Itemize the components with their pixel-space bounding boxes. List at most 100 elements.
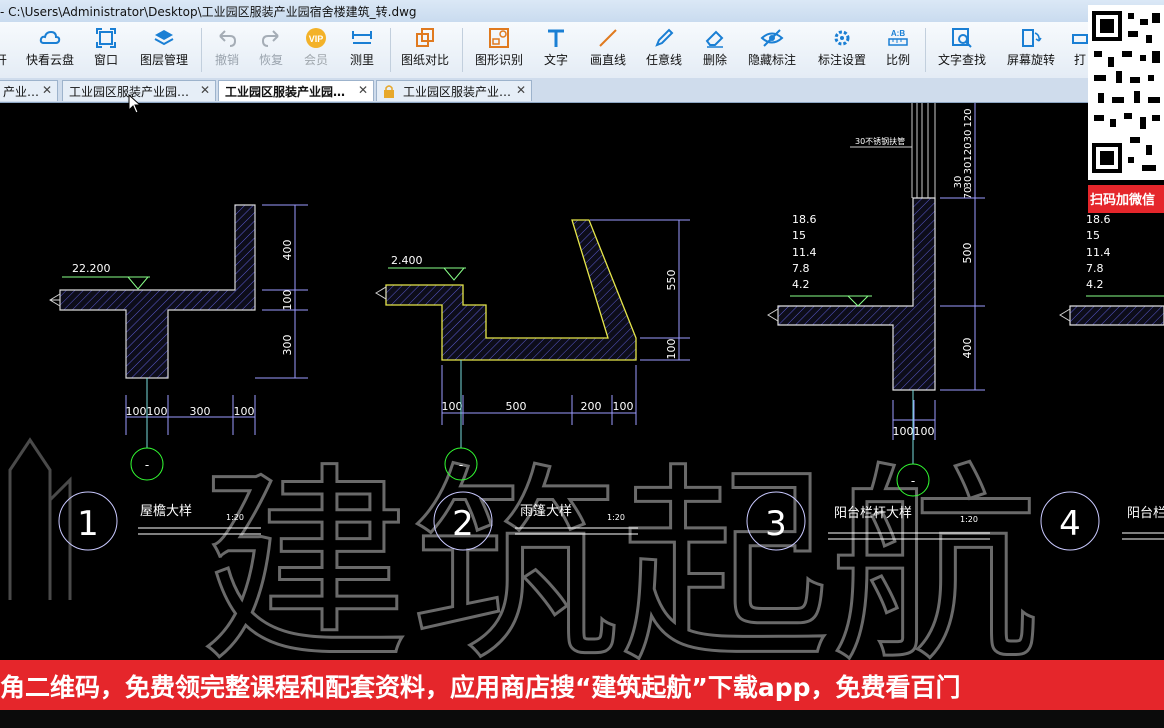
redo-button[interactable]: 恢复 (250, 22, 292, 78)
qr-code (1088, 5, 1164, 180)
close-icon[interactable]: ✕ (200, 83, 210, 97)
measure-button[interactable]: 测里 (340, 22, 384, 78)
eraser-icon (705, 30, 724, 48)
toolbar: 开 快看云盘 窗口 图层管理 撤销 恢复 VIP 会员 测里 图纸对比 图形识别… (0, 22, 1164, 79)
separator (201, 28, 202, 72)
settings-icon (834, 30, 850, 46)
window-title: - C:\Users\Administrator\Desktop\工业园区服装产… (0, 5, 417, 19)
axis-label: - (911, 474, 915, 488)
scale-button[interactable]: A:B 比例 (878, 22, 918, 78)
elevation-label: 4.2 (792, 278, 810, 291)
lock-icon (384, 85, 394, 98)
freeline-icon (655, 28, 674, 47)
detail-number: 1 (77, 504, 99, 544)
window-icon (96, 28, 116, 48)
print-icon (1072, 34, 1088, 44)
dim-text: 100 (914, 425, 935, 438)
axis-label: - (459, 458, 463, 472)
detail-title: 雨篷大样 (520, 504, 572, 519)
document-tab-active[interactable]: 工业园区服装产业园… ✕ (218, 80, 374, 101)
document-tab[interactable]: 产业… ✕ (0, 80, 58, 101)
dim-text: 500 (506, 400, 527, 413)
compare-button[interactable]: 图纸对比 (396, 22, 454, 78)
separator (390, 28, 391, 72)
elevation-label: 18.6 (792, 213, 817, 226)
line-tool-button[interactable]: 画直线 (584, 22, 632, 78)
annotation-settings-button[interactable]: 标注设置 (812, 22, 872, 78)
compare-icon (416, 28, 434, 47)
hide-icon (760, 29, 784, 47)
dim-text: 300 (281, 335, 294, 356)
hide-annotation-button[interactable]: 隐藏标注 (742, 22, 802, 78)
undo-button[interactable]: 撤销 (206, 22, 248, 78)
delete-button[interactable]: 删除 (694, 22, 736, 78)
find-text-icon (952, 28, 972, 48)
recognize-button[interactable]: 图形识别 (468, 22, 530, 78)
qr-code-image (1092, 11, 1160, 173)
dim-text: 500 (961, 243, 974, 264)
separator (462, 28, 463, 72)
elevation-label: 11.4 (792, 246, 817, 259)
text-tool-button[interactable]: 文字 (536, 22, 576, 78)
text-icon (548, 29, 564, 47)
open-button[interactable]: 开 (0, 22, 10, 78)
elevation-label: 4.2 (1086, 278, 1104, 291)
svg-text:VIP: VIP (309, 34, 324, 44)
layer-manager-button[interactable]: 图层管理 (134, 22, 194, 78)
axis-label: - (145, 458, 149, 472)
dim-text: 30 (963, 162, 974, 175)
elevation-label: 22.200 (72, 262, 111, 275)
dim-text: 100 (126, 405, 147, 418)
elevation-label: 15 (1086, 229, 1100, 242)
document-tab-bar: 产业… ✕ 工业园区服装产业园… ✕ 工业园区服装产业园… ✕ 工业园区服装产业… ✕ (0, 78, 1164, 103)
dim-text: 30 (953, 176, 964, 189)
elevation-label: 11.4 (1086, 246, 1111, 259)
detail-4-balcony-railing: 18.6 15 11.4 7.8 4.2 4 阳台栏 (1040, 213, 1164, 551)
print-button[interactable]: 打 (1070, 22, 1090, 78)
elevation-label: 18.6 (1086, 213, 1111, 226)
freeline-tool-button[interactable]: 任意线 (640, 22, 688, 78)
bottom-strip (0, 710, 1164, 728)
rotate-icon (1022, 29, 1042, 47)
close-icon[interactable]: ✕ (358, 83, 368, 97)
elevation-label: 7.8 (1086, 262, 1104, 275)
cloud-icon (39, 30, 61, 44)
close-icon[interactable]: ✕ (42, 83, 52, 97)
detail-title: 屋檐大样 (140, 504, 192, 519)
vip-icon: VIP (306, 28, 326, 48)
cloud-drive-button[interactable]: 快看云盘 (22, 22, 78, 78)
dim-text: 100 (281, 290, 294, 311)
vip-button[interactable]: VIP 会员 (294, 22, 338, 78)
separator (925, 28, 926, 72)
detail-scale: 1:20 (226, 513, 244, 522)
dim-text: 70 (963, 187, 974, 200)
detail-title: 阳台栏 (1127, 506, 1164, 521)
dim-text: 100 (147, 405, 168, 418)
find-text-button[interactable]: 文字查找 (932, 22, 992, 78)
mouse-cursor-icon (128, 94, 142, 114)
dim-text: 100 (234, 405, 255, 418)
document-tab[interactable]: 工业园区服装产业… ✕ (376, 80, 532, 101)
dim-text: 100 (893, 425, 914, 438)
detail-number: 2 (452, 504, 474, 544)
promo-banner: 角二维码，免费领完整课程和配套资料，应用商店搜“建筑起航”下载app，免费看百门 (0, 660, 1164, 710)
dim-text: 30 (963, 130, 974, 143)
redo-icon (261, 30, 279, 47)
undo-icon (219, 30, 237, 47)
dim-text: 400 (281, 240, 294, 261)
recognize-icon (489, 28, 509, 48)
watermark: 建筑起航 (8, 437, 1042, 660)
dim-text: 200 (581, 400, 602, 413)
line-icon (599, 29, 617, 47)
detail-scale: 1:20 (960, 515, 978, 524)
measure-icon (352, 31, 372, 44)
qr-label: 扫码加微信 (1088, 185, 1164, 213)
dim-text: 100 (442, 400, 463, 413)
detail-number: 4 (1059, 504, 1081, 544)
detail-number: 3 (765, 504, 787, 544)
window-button[interactable]: 窗口 (84, 22, 128, 78)
close-icon[interactable]: ✕ (516, 83, 526, 97)
drawing-canvas[interactable]: 建筑起航 22.200 400 100 300 100 100 300 100 … (0, 103, 1164, 660)
dim-text: 100 (613, 400, 634, 413)
screen-rotate-button[interactable]: 屏幕旋转 (1000, 22, 1062, 78)
